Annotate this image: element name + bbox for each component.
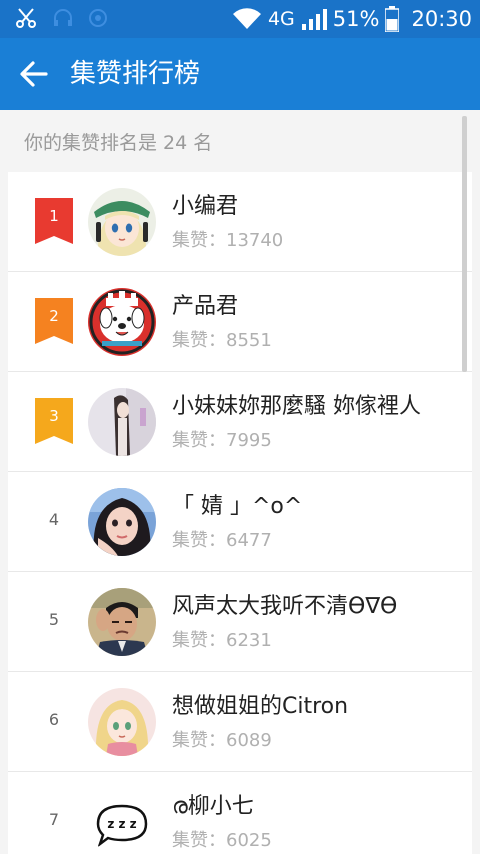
back-button[interactable] [18,58,50,90]
like-count: 集赞：7995 [172,430,272,451]
headset-icon [54,9,72,26]
list-item[interactable]: 5 风声太大我听不清ϴ∇ϴ 集赞：6231 [8,572,472,672]
my-rank-summary: 你的集赞排名是 24 名 [24,132,213,154]
clock: 20:30 [411,7,472,31]
scrollbar[interactable] [462,116,467,372]
app-bar: 集赞排行榜 [0,38,480,110]
arrow-left-icon [20,61,48,87]
rank-number: 5 [48,610,60,629]
user-name: 「 婧 」^o^ [172,494,303,519]
avatar[interactable] [88,388,156,456]
anime-girl-avatar [88,188,156,256]
status-bar: 4G 51% 20:30 [0,0,480,38]
svg-text:z z z: z z z [107,817,136,831]
rank-number: 7 [48,810,60,829]
speech-bubble-avatar: z z z [88,788,156,854]
status-right-icons: 4G 51% 20:30 [232,4,472,34]
selfie-avatar [88,488,156,556]
battery-percent: 51% [332,7,380,31]
rank-medal: 3 [35,398,73,444]
like-count: 集赞：6477 [172,530,272,551]
page-title: 集赞排行榜 [70,59,201,89]
like-count: 集赞：6089 [172,730,272,751]
wifi-icon [232,8,261,30]
user-name: 想做姐姐的Citron [172,694,349,719]
avatar[interactable]: z z z [88,788,156,854]
rank-number: 1 [49,207,59,225]
list-item[interactable]: 2 产品君 集赞：8551 [8,272,472,372]
rank-medal: 1 [35,198,73,244]
user-name: ര柳小七 [172,794,254,819]
dog-avatar [88,288,156,356]
list-item[interactable]: 4 「 婧 」^o^ 集赞：6477 [8,472,472,572]
avatar[interactable] [88,188,156,256]
anime-girl-avatar [88,688,156,756]
network-type: 4G [267,8,295,30]
user-name: 小妹妹妳那麼騷 妳傢裡人 [172,394,421,419]
list-item[interactable]: 1 小编君 集赞：13740 [8,172,472,272]
rank-number: 3 [49,407,59,425]
avatar[interactable] [88,288,156,356]
avatar[interactable] [88,588,156,656]
list-item[interactable]: 6 想做姐姐的Citron 集赞：6089 [8,672,472,772]
leaderboard-list[interactable]: 1 小编君 集赞：13740 2 产品君 集赞：8551 3 小妹妹妳那麼騷 妳… [8,172,472,854]
like-count: 集赞：6025 [172,830,272,851]
like-count: 集赞：13740 [172,230,284,251]
photo-avatar [88,388,156,456]
signal-icon [301,9,327,30]
rank-number: 4 [48,510,60,529]
avatar[interactable] [88,688,156,756]
list-item[interactable]: 7 z z z ര柳小七 集赞：6025 [8,772,472,854]
record-icon [89,9,107,27]
leaderboard-content[interactable]: 你的集赞排名是 24 名 1 小编君 集赞：13740 2 产品君 集赞：855… [0,110,480,854]
user-name: 产品君 [172,294,239,319]
battery-icon [385,6,400,32]
user-name: 风声太大我听不清ϴ∇ϴ [172,594,398,619]
man-avatar [88,588,156,656]
scissors-icon [16,8,36,28]
like-count: 集赞：6231 [172,630,272,651]
rank-medal: 2 [35,298,73,344]
rank-number: 6 [48,710,60,729]
list-item[interactable]: 3 小妹妹妳那麼騷 妳傢裡人 集赞：7995 [8,372,472,472]
rank-number: 2 [49,307,59,325]
user-name: 小编君 [172,194,239,219]
status-left-icons [14,6,108,30]
like-count: 集赞：8551 [172,330,272,351]
avatar[interactable] [88,488,156,556]
